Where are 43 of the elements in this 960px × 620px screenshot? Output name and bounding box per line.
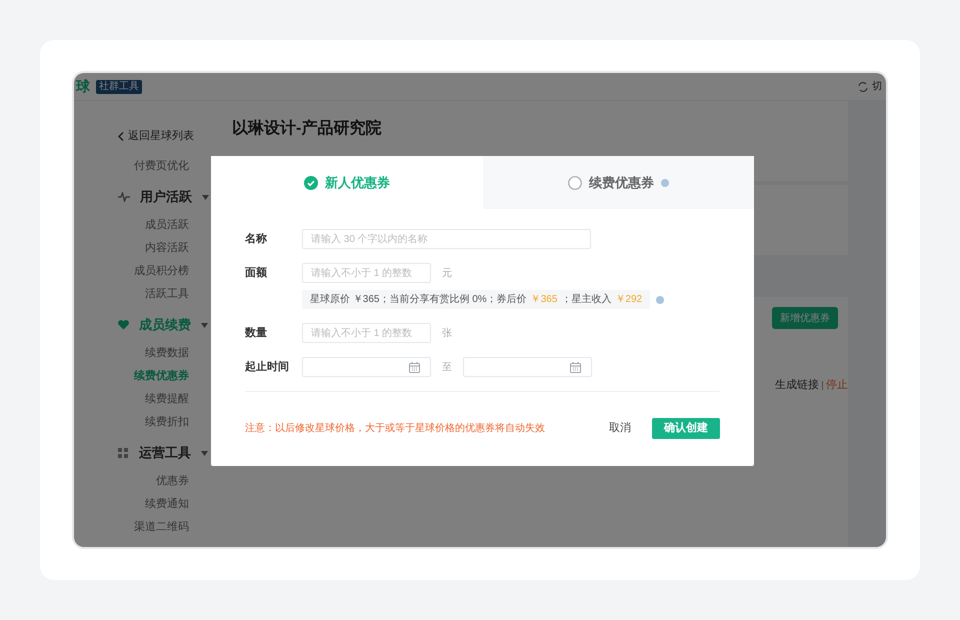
check-circle-icon xyxy=(304,176,318,190)
number-input[interactable]: 请输入不小于 1 的整数 xyxy=(302,263,431,283)
tool-badge: 社群工具 xyxy=(96,80,142,94)
heart-icon xyxy=(118,320,129,330)
end-date-field[interactable] xyxy=(463,357,592,377)
caret-icon xyxy=(201,322,208,328)
grid-icon xyxy=(118,448,129,458)
cancel-button[interactable]: 取消 xyxy=(608,420,632,437)
price-hint: 星球原价 ￥365；当前分享有赏比例 0%；券后价 ￥365 ；星主收入 ￥292 xyxy=(302,290,650,309)
logo: 球 xyxy=(76,77,90,96)
caret-icon xyxy=(201,450,208,456)
number-input[interactable]: 请输入不小于 1 的整数 xyxy=(302,323,431,343)
field-label: 名称 xyxy=(245,232,268,247)
sidebar-group[interactable]: 运营工具 xyxy=(74,436,232,470)
unit-label: 张 xyxy=(442,326,452,340)
sidebar-item[interactable]: 续费通知 xyxy=(74,493,232,516)
field-label: 面额 xyxy=(245,266,268,281)
start-date-field[interactable] xyxy=(302,357,431,377)
calendar-icon xyxy=(409,362,420,372)
field-label: 数量 xyxy=(245,326,268,341)
sidebar-item[interactable]: 优惠券 xyxy=(74,470,232,493)
calendar-icon xyxy=(570,362,581,372)
back-link[interactable]: 返回星球列表 xyxy=(74,121,232,151)
range-separator: 至 xyxy=(442,360,452,374)
sidebar-group[interactable]: 成员续费 xyxy=(74,308,232,342)
radio-icon xyxy=(568,176,582,190)
confirm-button[interactable]: 确认创建 xyxy=(652,418,720,439)
info-icon xyxy=(656,296,664,304)
row-action-link[interactable]: 生成链接 xyxy=(775,377,819,394)
switch-link[interactable]: 切 xyxy=(872,79,882,94)
row-action-link[interactable]: 停止 xyxy=(826,377,848,394)
field-label: 起止时间 xyxy=(245,360,290,375)
chevron-left-icon xyxy=(118,132,124,140)
unit-label: 元 xyxy=(442,266,452,280)
sidebar-item[interactable]: 渠道二维码 xyxy=(74,516,232,539)
warning-note: 注意：以后修改星球价格，大于或等于星球价格的优惠券将自动失效 xyxy=(245,422,545,436)
pulse-icon xyxy=(118,192,130,202)
page-title: 以琳设计-产品研究院 xyxy=(232,118,382,139)
refresh-icon xyxy=(858,82,868,92)
name-input[interactable]: 请输入 30 个字以内的名称 xyxy=(302,229,591,249)
caret-icon xyxy=(202,194,209,200)
coupon-type-tab[interactable]: 续费优惠券 xyxy=(482,156,754,209)
add-coupon-button[interactable]: 新增优惠券 xyxy=(772,307,838,329)
